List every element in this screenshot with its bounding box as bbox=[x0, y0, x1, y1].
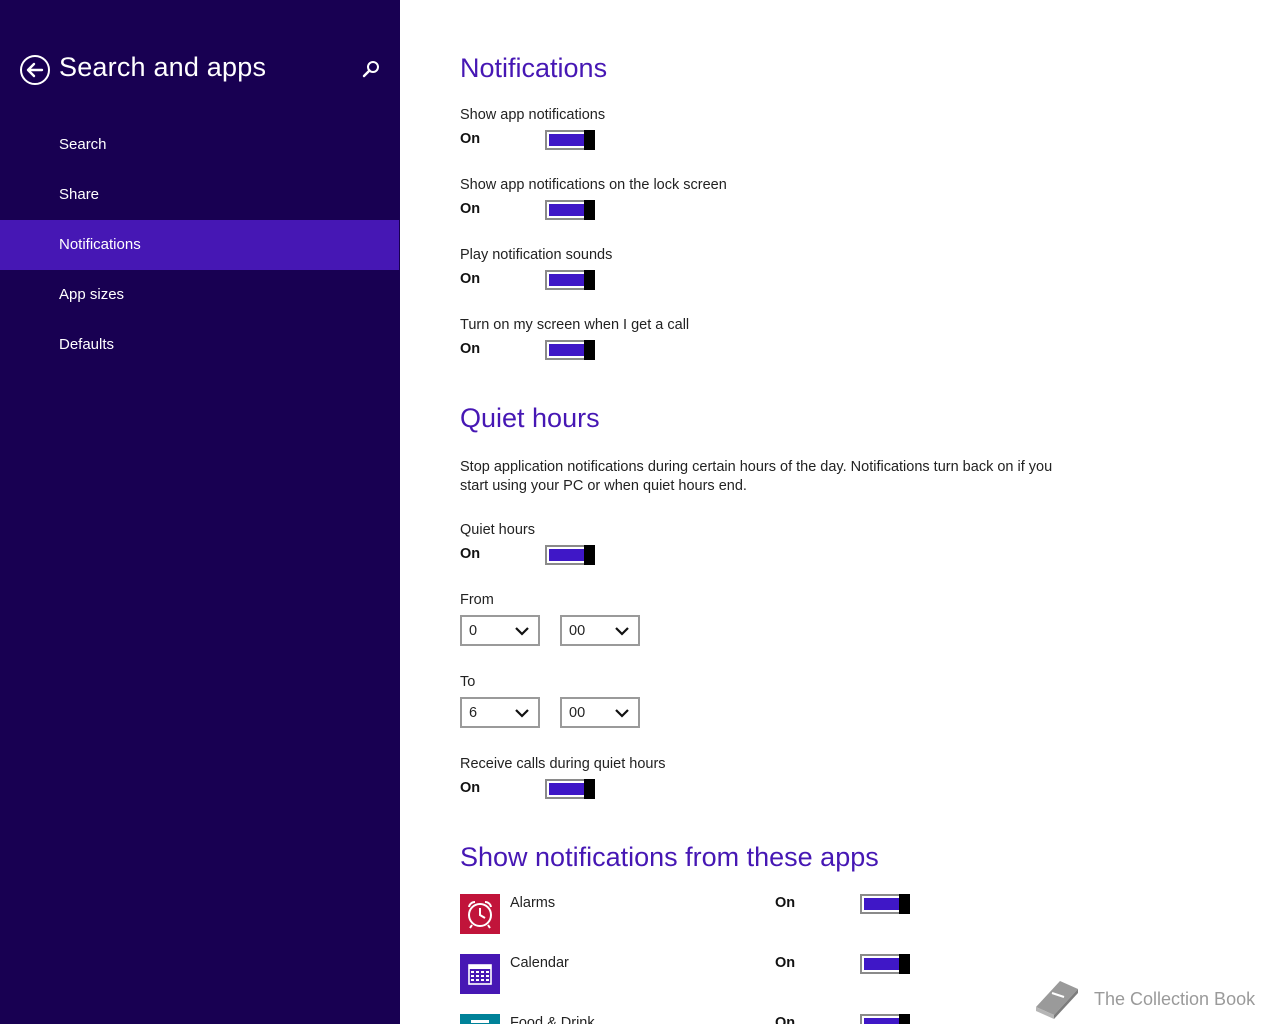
to-minute-value: 00 bbox=[569, 705, 586, 721]
quiet-hours-label: Quiet hours bbox=[460, 522, 535, 538]
quiet-hours-state: On bbox=[460, 546, 481, 562]
notification-sounds-toggle[interactable] bbox=[545, 270, 595, 290]
back-arrow-icon bbox=[20, 55, 50, 85]
from-minute-select[interactable]: 00 bbox=[560, 615, 640, 646]
show-app-notifications-state: On bbox=[460, 131, 481, 147]
app-state: On bbox=[775, 895, 796, 911]
quiet-hours-description: Stop application notifications during ce… bbox=[460, 459, 1053, 494]
lock-screen-notifications-label: Show app notifications on the lock scree… bbox=[460, 177, 727, 193]
show-app-notifications-toggle[interactable] bbox=[545, 130, 595, 150]
receive-calls-state: On bbox=[460, 780, 481, 796]
lock-screen-notifications-state: On bbox=[460, 201, 481, 217]
chevron-down-icon bbox=[615, 627, 629, 636]
from-minute-value: 00 bbox=[569, 623, 586, 639]
notifications-heading: Notifications bbox=[460, 53, 608, 83]
from-hour-select[interactable]: 0 bbox=[460, 615, 540, 646]
alarms-toggle[interactable] bbox=[860, 894, 910, 914]
screen-on-call-label: Turn on my screen when I get a call bbox=[460, 317, 690, 333]
search-button[interactable] bbox=[360, 59, 382, 81]
receive-calls-toggle[interactable] bbox=[545, 779, 595, 799]
app-row-alarms: Alarms On bbox=[460, 894, 920, 934]
app-row-food-drink: Food & Drink On bbox=[460, 1014, 920, 1024]
search-icon bbox=[362, 61, 379, 78]
nav-item-app-sizes[interactable]: App sizes bbox=[0, 270, 399, 320]
book-icon bbox=[1036, 981, 1078, 1019]
app-row-calendar: Calendar On bbox=[460, 954, 920, 994]
lock-screen-notifications-toggle[interactable] bbox=[545, 200, 595, 220]
nav-item-share[interactable]: Share bbox=[0, 170, 399, 220]
to-hour-select[interactable]: 6 bbox=[460, 697, 540, 728]
watermark-text: The Collection Book bbox=[1094, 989, 1256, 1009]
nav-item-defaults[interactable]: Defaults bbox=[0, 320, 399, 370]
app-state: On bbox=[775, 1015, 796, 1024]
nav-item-search[interactable]: Search bbox=[0, 120, 399, 170]
receive-calls-label: Receive calls during quiet hours bbox=[460, 756, 666, 772]
chevron-down-icon bbox=[515, 709, 529, 718]
from-hour-value: 0 bbox=[469, 623, 478, 639]
screen-on-call-state: On bbox=[460, 341, 481, 357]
app-name: Calendar bbox=[510, 955, 569, 971]
settings-nav-pane: Search and apps Search Share Notificatio… bbox=[0, 0, 400, 1024]
notification-sounds-label: Play notification sounds bbox=[460, 247, 613, 263]
nav-item-notifications[interactable]: Notifications bbox=[0, 220, 399, 270]
screen-on-call-toggle[interactable] bbox=[545, 340, 595, 360]
settings-content-pane: Notifications Show app notifications On … bbox=[400, 0, 1280, 1024]
alarm-clock-icon bbox=[460, 894, 500, 934]
app-name: Food & Drink bbox=[510, 1015, 595, 1024]
nav-list: Search Share Notifications App sizes Def… bbox=[0, 120, 399, 370]
to-hour-value: 6 bbox=[469, 705, 478, 721]
to-label: To bbox=[460, 674, 476, 690]
calendar-toggle[interactable] bbox=[860, 954, 910, 974]
back-button[interactable] bbox=[19, 54, 51, 86]
to-minute-select[interactable]: 00 bbox=[560, 697, 640, 728]
from-label: From bbox=[460, 592, 494, 608]
chevron-down-icon bbox=[615, 709, 629, 718]
pane-title: Search and apps bbox=[59, 52, 267, 82]
app-state: On bbox=[775, 955, 796, 971]
calendar-icon bbox=[460, 954, 500, 994]
food-drink-toggle[interactable] bbox=[860, 1014, 910, 1024]
app-name: Alarms bbox=[510, 895, 556, 911]
quiet-hours-toggle[interactable] bbox=[545, 545, 595, 565]
show-app-notifications-label: Show app notifications bbox=[460, 107, 606, 123]
food-drink-icon bbox=[460, 1014, 500, 1024]
apps-notifications-heading: Show notifications from these apps bbox=[460, 842, 879, 872]
watermark: The Collection Book bbox=[1030, 975, 1275, 1021]
quiet-hours-heading: Quiet hours bbox=[460, 403, 600, 433]
chevron-down-icon bbox=[515, 627, 529, 636]
notification-sounds-state: On bbox=[460, 271, 481, 287]
